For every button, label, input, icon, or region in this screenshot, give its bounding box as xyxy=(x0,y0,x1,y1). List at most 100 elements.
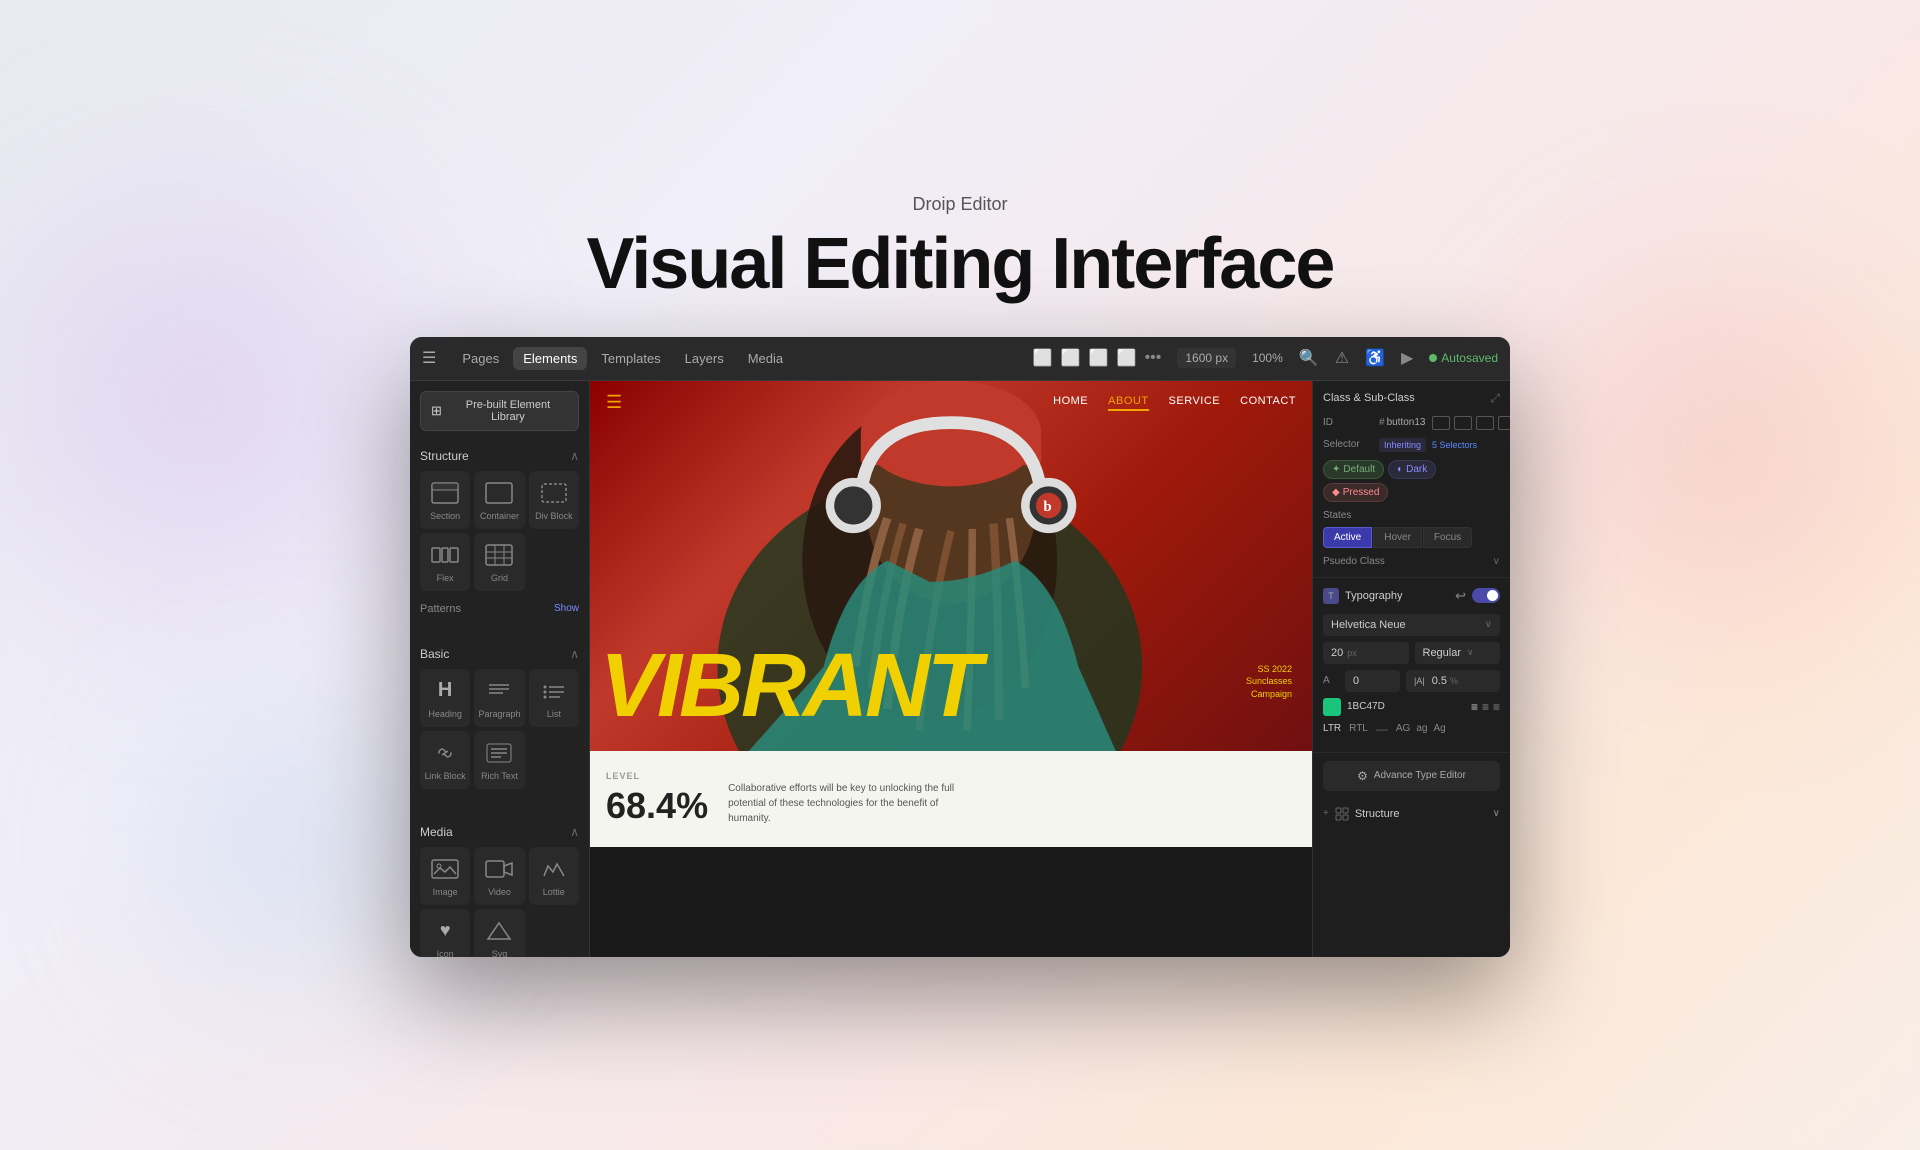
mobile-icon[interactable]: ⬜ xyxy=(1117,348,1137,368)
flex-icon xyxy=(429,541,461,569)
app-subtitle: Droip Editor xyxy=(587,194,1334,215)
structure-toggle[interactable]: ∧ xyxy=(570,449,579,463)
sidebar-item-video[interactable]: Video xyxy=(474,847,524,905)
laptop-icon[interactable]: ⬜ xyxy=(1089,348,1109,368)
sidebar-item-icon[interactable]: ♥ Icon xyxy=(420,909,470,957)
bottom-content-flex: LEVEL 68.4% Collaborative efforts will b… xyxy=(606,771,1296,827)
states-label: States xyxy=(1323,510,1500,521)
editor-body: Pre-built Element Library Structure ∧ xyxy=(410,381,1510,957)
media-toggle[interactable]: ∧ xyxy=(570,825,579,839)
id-icon-1[interactable] xyxy=(1432,416,1450,430)
structure-section-header: Structure ∧ xyxy=(420,449,579,463)
tablet-icon[interactable]: ⬜ xyxy=(1061,348,1081,368)
pseudo-label: Psuedo Class xyxy=(1323,556,1385,567)
selectors-count[interactable]: 5 Selectors xyxy=(1432,440,1477,450)
typo-reset-icon[interactable]: ↩ xyxy=(1455,588,1466,604)
id-icon-2[interactable] xyxy=(1454,416,1472,430)
structure-expand-icon[interactable]: ∨ xyxy=(1493,808,1500,819)
nav-elements[interactable]: Elements xyxy=(513,347,587,370)
nav-layers[interactable]: Layers xyxy=(675,347,734,370)
accessibility-icon[interactable]: ♿ xyxy=(1365,348,1385,368)
basic-toggle[interactable]: ∧ xyxy=(570,647,579,661)
nav-templates[interactable]: Templates xyxy=(591,347,670,370)
typo-section-icon: T xyxy=(1323,588,1339,604)
lottie-label: Lottie xyxy=(543,887,565,897)
sidebar-item-divblock[interactable]: Div Block xyxy=(529,471,579,529)
typo-align-icons: ≡ ≡ ≡ xyxy=(1471,700,1500,714)
tracking-value: 0 xyxy=(1353,675,1359,687)
container-icon xyxy=(483,479,515,507)
sidebar-item-list[interactable]: List xyxy=(529,669,579,727)
typo-weight-input[interactable]: Regular ∨ xyxy=(1415,642,1501,664)
library-button[interactable]: Pre-built Element Library xyxy=(420,391,579,431)
hero-nav-service[interactable]: SERVICE xyxy=(1169,395,1221,411)
sidebar-item-section[interactable]: Section xyxy=(420,471,470,529)
case-capitalize[interactable]: Ag xyxy=(1433,723,1445,734)
divblock-icon xyxy=(538,479,570,507)
nav-pages[interactable]: Pages xyxy=(452,347,509,370)
warning-icon[interactable]: ⚠ xyxy=(1335,348,1349,368)
sidebar-item-flex[interactable]: Flex xyxy=(420,533,470,591)
typo-header: T Typography ↩ xyxy=(1323,588,1500,604)
linkblock-icon xyxy=(429,739,461,767)
id-value: # button13 xyxy=(1379,417,1426,428)
structure-section-header[interactable]: + Structure ∨ xyxy=(1313,799,1510,829)
state-hover[interactable]: Hover xyxy=(1373,527,1422,548)
zoom-level[interactable]: 100% xyxy=(1252,351,1283,365)
sidebar-item-svg[interactable]: Svg xyxy=(474,909,524,957)
typo-dir-ltr[interactable]: LTR xyxy=(1323,723,1341,734)
align-center-icon[interactable]: ≡ xyxy=(1482,700,1489,714)
case-uppercase[interactable]: AG xyxy=(1396,723,1410,734)
typo-font-row[interactable]: Helvetica Neue ∨ xyxy=(1323,614,1500,636)
heading-icon: H xyxy=(429,677,461,705)
typo-tracking-input[interactable]: 0 xyxy=(1345,670,1400,692)
patterns-show[interactable]: Show xyxy=(554,603,579,614)
selector-label: Selector xyxy=(1323,439,1373,450)
id-icon-3[interactable] xyxy=(1476,416,1494,430)
case-lowercase[interactable]: ag xyxy=(1416,723,1427,734)
more-icon[interactable]: ••• xyxy=(1145,349,1162,367)
id-text: button13 xyxy=(1387,417,1426,428)
hero-menu-icon[interactable]: ☰ xyxy=(606,392,622,413)
sidebar-item-image[interactable]: Image xyxy=(420,847,470,905)
sidebar-item-paragraph[interactable]: Paragraph xyxy=(474,669,524,727)
desktop-icon[interactable]: ⬜ xyxy=(1033,348,1053,368)
hero-nav-about[interactable]: ABOUT xyxy=(1108,395,1148,411)
sidebar-item-container[interactable]: Container xyxy=(474,471,524,529)
sidebar-item-heading[interactable]: H Heading xyxy=(420,669,470,727)
chip-default[interactable]: ✦ Default xyxy=(1323,460,1384,479)
align-right-icon[interactable]: ≡ xyxy=(1493,700,1500,714)
menu-icon[interactable]: ☰ xyxy=(422,348,436,368)
id-icon-4[interactable] xyxy=(1498,416,1511,430)
list-label: List xyxy=(547,709,561,719)
class-expand-icon[interactable]: ⤢ xyxy=(1490,391,1500,406)
typo-color-value: 1BC47D xyxy=(1347,701,1465,712)
typo-dir-rtl[interactable]: RTL xyxy=(1349,723,1368,734)
basic-section-header: Basic ∧ xyxy=(420,647,579,661)
play-icon[interactable]: ▶ xyxy=(1401,348,1413,368)
typo-title: Typography xyxy=(1345,590,1449,602)
sidebar-item-lottie[interactable]: Lottie xyxy=(529,847,579,905)
hero-nav-contact[interactable]: CONTACT xyxy=(1240,395,1296,411)
align-left-icon[interactable]: ≡ xyxy=(1471,700,1478,714)
sidebar-item-linkblock[interactable]: Link Block xyxy=(420,731,470,789)
chip-pressed[interactable]: ◆ Pressed xyxy=(1323,483,1388,502)
chip-dark[interactable]: ◐ Dark xyxy=(1388,460,1436,479)
typo-size-input[interactable]: 20 px xyxy=(1323,642,1409,664)
left-sidebar: Pre-built Element Library Structure ∧ xyxy=(410,381,590,957)
heading-label: Heading xyxy=(428,709,462,719)
class-chips: ✦ Default ◐ Dark ◆ Pressed xyxy=(1323,460,1500,502)
typo-lineheight-input[interactable]: |A| 0.5 % xyxy=(1406,670,1500,692)
state-focus[interactable]: Focus xyxy=(1423,527,1472,548)
pseudo-dropdown[interactable]: ∨ xyxy=(1493,556,1500,567)
nav-media[interactable]: Media xyxy=(738,347,793,370)
typo-toggle[interactable] xyxy=(1472,588,1500,603)
sidebar-item-grid[interactable]: Grid xyxy=(474,533,524,591)
state-active[interactable]: Active xyxy=(1323,527,1372,548)
bottom-section: LEVEL 68.4% Collaborative efforts will b… xyxy=(590,751,1312,847)
typo-color-swatch[interactable] xyxy=(1323,698,1341,716)
advance-type-button[interactable]: Advance Type Editor xyxy=(1323,761,1500,791)
sidebar-item-richtext[interactable]: Rich Text xyxy=(474,731,524,789)
hero-nav-home[interactable]: HOME xyxy=(1053,395,1088,411)
search-icon[interactable]: 🔍 xyxy=(1299,348,1319,368)
